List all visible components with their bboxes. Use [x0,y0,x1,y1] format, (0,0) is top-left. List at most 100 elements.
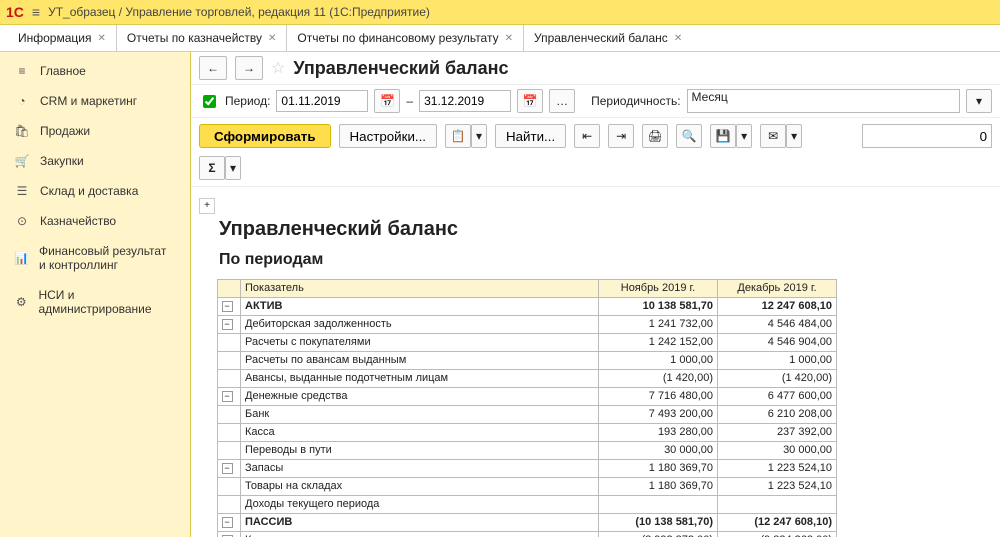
period-picker-button[interactable]: … [549,89,575,113]
row-toggle[interactable]: − [222,517,233,528]
sidebar-item-7[interactable]: ⚙НСИ и администрирование [0,280,190,324]
row-label: Денежные средства [241,387,599,405]
collapse-groups-icon[interactable]: ⇤ [574,124,600,148]
nav-label: Продажи [40,124,90,138]
numeric-input[interactable] [862,124,992,148]
sidebar-item-2[interactable]: 🛍 Продажи [0,116,190,146]
table-row: Авансы, выданные подотчетным лицам(1 420… [218,369,837,387]
print-icon[interactable]: 🖨 [642,124,668,148]
periodicity-select[interactable]: Месяц [687,89,960,113]
row-val-2: 6 477 600,00 [718,387,837,405]
close-icon[interactable]: ✕ [268,33,276,44]
sidebar-item-5[interactable]: ⊙Казначейство [0,206,190,236]
tab-label: Информация [18,31,91,45]
toggle-header [218,279,241,297]
row-val-2: 30 000,00 [718,441,837,459]
main-area: ← → ☆ Управленческий баланс Период: 📅 – … [191,52,1000,537]
periodicity-value: Месяц [692,90,728,104]
expand-groups-icon[interactable]: ⇥ [608,124,634,148]
row-val-1: 10 138 581,70 [599,297,718,315]
row-val-1: 7 493 200,00 [599,405,718,423]
preview-icon[interactable]: 🔍 [676,124,702,148]
tab-3[interactable]: Управленческий баланс✕ [524,25,693,51]
sidebar-item-0[interactable]: ≡Главное [0,56,190,86]
settings-button[interactable]: Настройки... [339,124,437,148]
calendar-from-icon[interactable]: 📅 [374,89,400,113]
row-toggle[interactable]: − [222,301,233,312]
close-icon[interactable]: ✕ [674,33,682,44]
page-header: ← → ☆ Управленческий баланс [191,52,1000,85]
mail-button[interactable]: ✉ ▾ [760,124,802,148]
row-val-2 [718,495,837,513]
table-row: Расчеты с покупателями1 242 152,004 546 … [218,333,837,351]
table-row: −Дебиторская задолженность1 241 732,004 … [218,315,837,333]
nav-back-button[interactable]: ← [199,56,227,80]
nav-icon: 🛍 [14,124,30,138]
table-row: −Кредиторская задолженность(8 992 872,00… [218,531,837,537]
table-row: Касса193 280,00237 392,00 [218,423,837,441]
table-row: −АКТИВ10 138 581,7012 247 608,10 [218,297,837,315]
tab-1[interactable]: Отчеты по казначейству✕ [117,25,288,51]
window-title: УТ_образец / Управление торговлей, редак… [48,5,430,19]
row-toggle[interactable]: − [222,463,233,474]
find-button[interactable]: Найти... [495,124,566,148]
row-val-2: 4 546 484,00 [718,315,837,333]
nav-forward-button[interactable]: → [235,56,263,80]
tab-0[interactable]: Информация ✕ [8,25,117,51]
tab-2[interactable]: Отчеты по финансовому результату ✕ [287,25,524,51]
tab-label: Отчеты по финансовому результату [297,31,498,45]
period-checkbox[interactable] [203,95,216,108]
page-title: Управленческий баланс [293,58,508,79]
row-val-1: 1 000,00 [599,351,718,369]
table-row: Товары на складах1 180 369,701 223 524,1… [218,477,837,495]
row-val-2: (9 834 368,00) [718,531,837,537]
row-label: Расчеты с покупателями [241,333,599,351]
row-toggle[interactable]: − [222,391,233,402]
row-val-2: 1 223 524,10 [718,477,837,495]
period-row: Период: 📅 – 📅 … Периодичность: Месяц ▾ [191,85,1000,118]
sidebar-item-4[interactable]: ☰ Склад и доставка [0,176,190,206]
sidebar-item-1[interactable]: ◔ CRM и маркетинг [0,86,190,116]
row-label: Дебиторская задолженность [241,315,599,333]
table-row: Расчеты по авансам выданным1 000,001 000… [218,351,837,369]
window-title-bar: 1C ≡ УТ_образец / Управление торговлей, … [0,0,1000,25]
menu-stack-icon[interactable]: ≡ [32,4,40,20]
favorite-star-icon[interactable]: ☆ [271,58,285,78]
calendar-to-icon[interactable]: 📅 [517,89,543,113]
nav-label: Склад и доставка [40,184,138,198]
period-to-input[interactable] [419,90,511,112]
col-indicator: Показатель [241,279,599,297]
row-val-1: (1 420,00) [599,369,718,387]
table-row: −Запасы1 180 369,701 223 524,10 [218,459,837,477]
period-from-input[interactable] [276,90,368,112]
row-val-2: 237 392,00 [718,423,837,441]
chevron-down-icon: ▾ [736,124,752,148]
nav-label: CRM и маркетинг [40,94,137,108]
form-report-button[interactable]: Сформировать [199,124,331,148]
toolbar: Сформировать Настройки... 📋 ▾ Найти... ⇤… [191,118,1000,187]
close-icon[interactable]: ✕ [97,33,105,44]
row-toggle[interactable]: − [222,319,233,330]
row-val-1: 7 716 480,00 [599,387,718,405]
sidebar-item-6[interactable]: 📊Финансовый результат и контроллинг [0,236,190,280]
row-label: Переводы в пути [241,441,599,459]
row-val-1: 1 242 152,00 [599,333,718,351]
sidebar-item-3[interactable]: 🛒Закупки [0,146,190,176]
expand-all-button[interactable]: + [199,198,215,214]
chevron-down-icon: ▾ [471,124,487,148]
row-label: Доходы текущего периода [241,495,599,513]
save-button[interactable]: 💾 ▾ [710,124,752,148]
nav-icon: ☰ [14,184,30,198]
row-val-2: 12 247 608,10 [718,297,837,315]
row-val-2: (1 420,00) [718,369,837,387]
variants-button[interactable]: 📋 ▾ [445,124,487,148]
nav-icon: 🛒 [14,154,30,168]
row-label: АКТИВ [241,297,599,315]
report-table: Показатель Ноябрь 2019 г. Декабрь 2019 г… [217,279,837,537]
row-label: Авансы, выданные подотчетным лицам [241,369,599,387]
periodicity-dropdown-icon[interactable]: ▾ [966,89,992,113]
nav-icon: ≡ [14,64,30,78]
sigma-button[interactable]: Σ ▾ [199,156,241,180]
nav-icon: ◔ [14,94,30,108]
close-icon[interactable]: ✕ [505,33,513,44]
